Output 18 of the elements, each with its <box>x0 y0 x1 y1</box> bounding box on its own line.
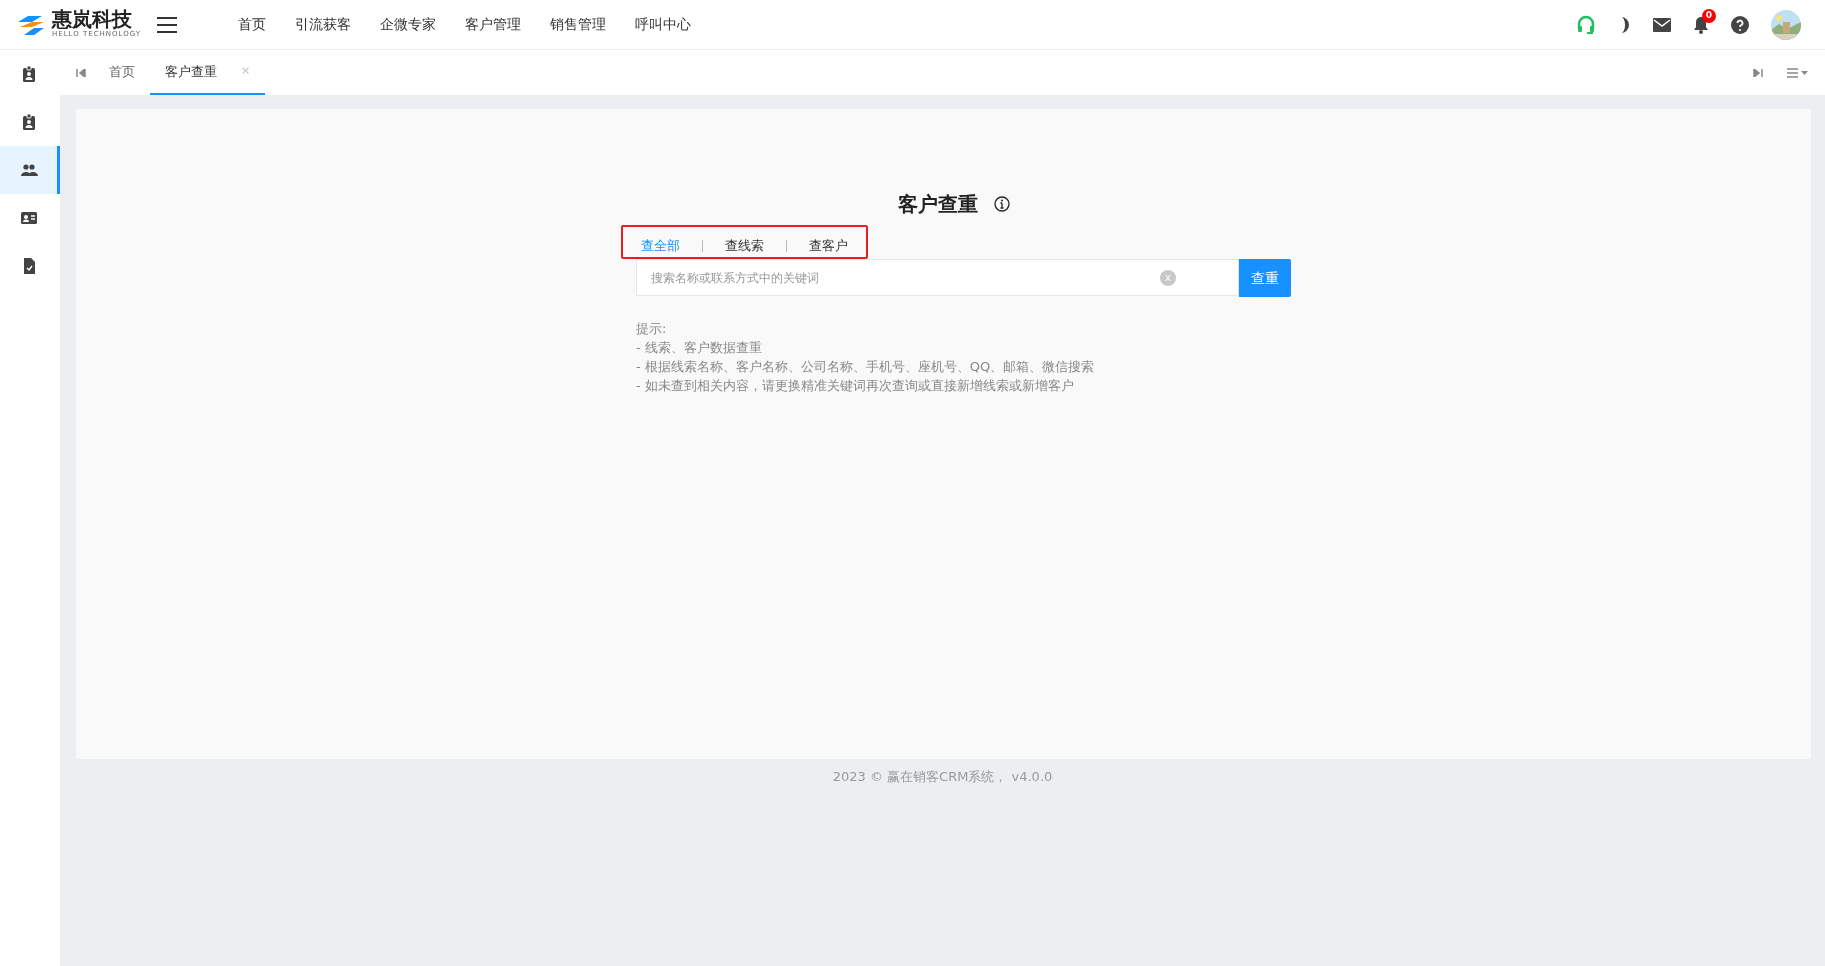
hint-text: - 如未查到相关内容，请更换精准关键词再次查询或直接新增线索或新增客户 <box>636 377 1075 395</box>
nav-link[interactable]: 首页 <box>238 14 266 35</box>
hint-text: 提示: <box>636 320 668 338</box>
page-title: 客户查重 <box>897 191 978 218</box>
nav-link[interactable]: 引流获客 <box>295 14 351 35</box>
search-type-tab[interactable]: 查线索 <box>715 236 774 256</box>
nav-link[interactable]: 企微专家 <box>380 14 436 35</box>
page-tab[interactable]: 首页 <box>94 50 150 95</box>
search-type-tab[interactable]: 查客户 <box>799 236 858 256</box>
footer-text: 2023 © 赢在销客CRM系统， v4.0.0 <box>831 768 1054 786</box>
nav-link[interactable]: 呼叫中心 <box>635 14 691 35</box>
nav-link[interactable]: 销售管理 <box>550 14 606 35</box>
logo-text: 惠岚科技 <box>52 9 133 30</box>
notification-badge: 0 <box>1702 8 1716 23</box>
hint-text: - 线索、客户数据查重 <box>636 339 763 357</box>
hint-text: - 根据线索名称、客户名称、公司名称、手机号、座机号、QQ、邮箱、微信搜索 <box>636 358 1096 376</box>
nav-link[interactable]: 客户管理 <box>465 14 521 35</box>
page-tab[interactable]: 客户查重 × <box>150 50 266 95</box>
